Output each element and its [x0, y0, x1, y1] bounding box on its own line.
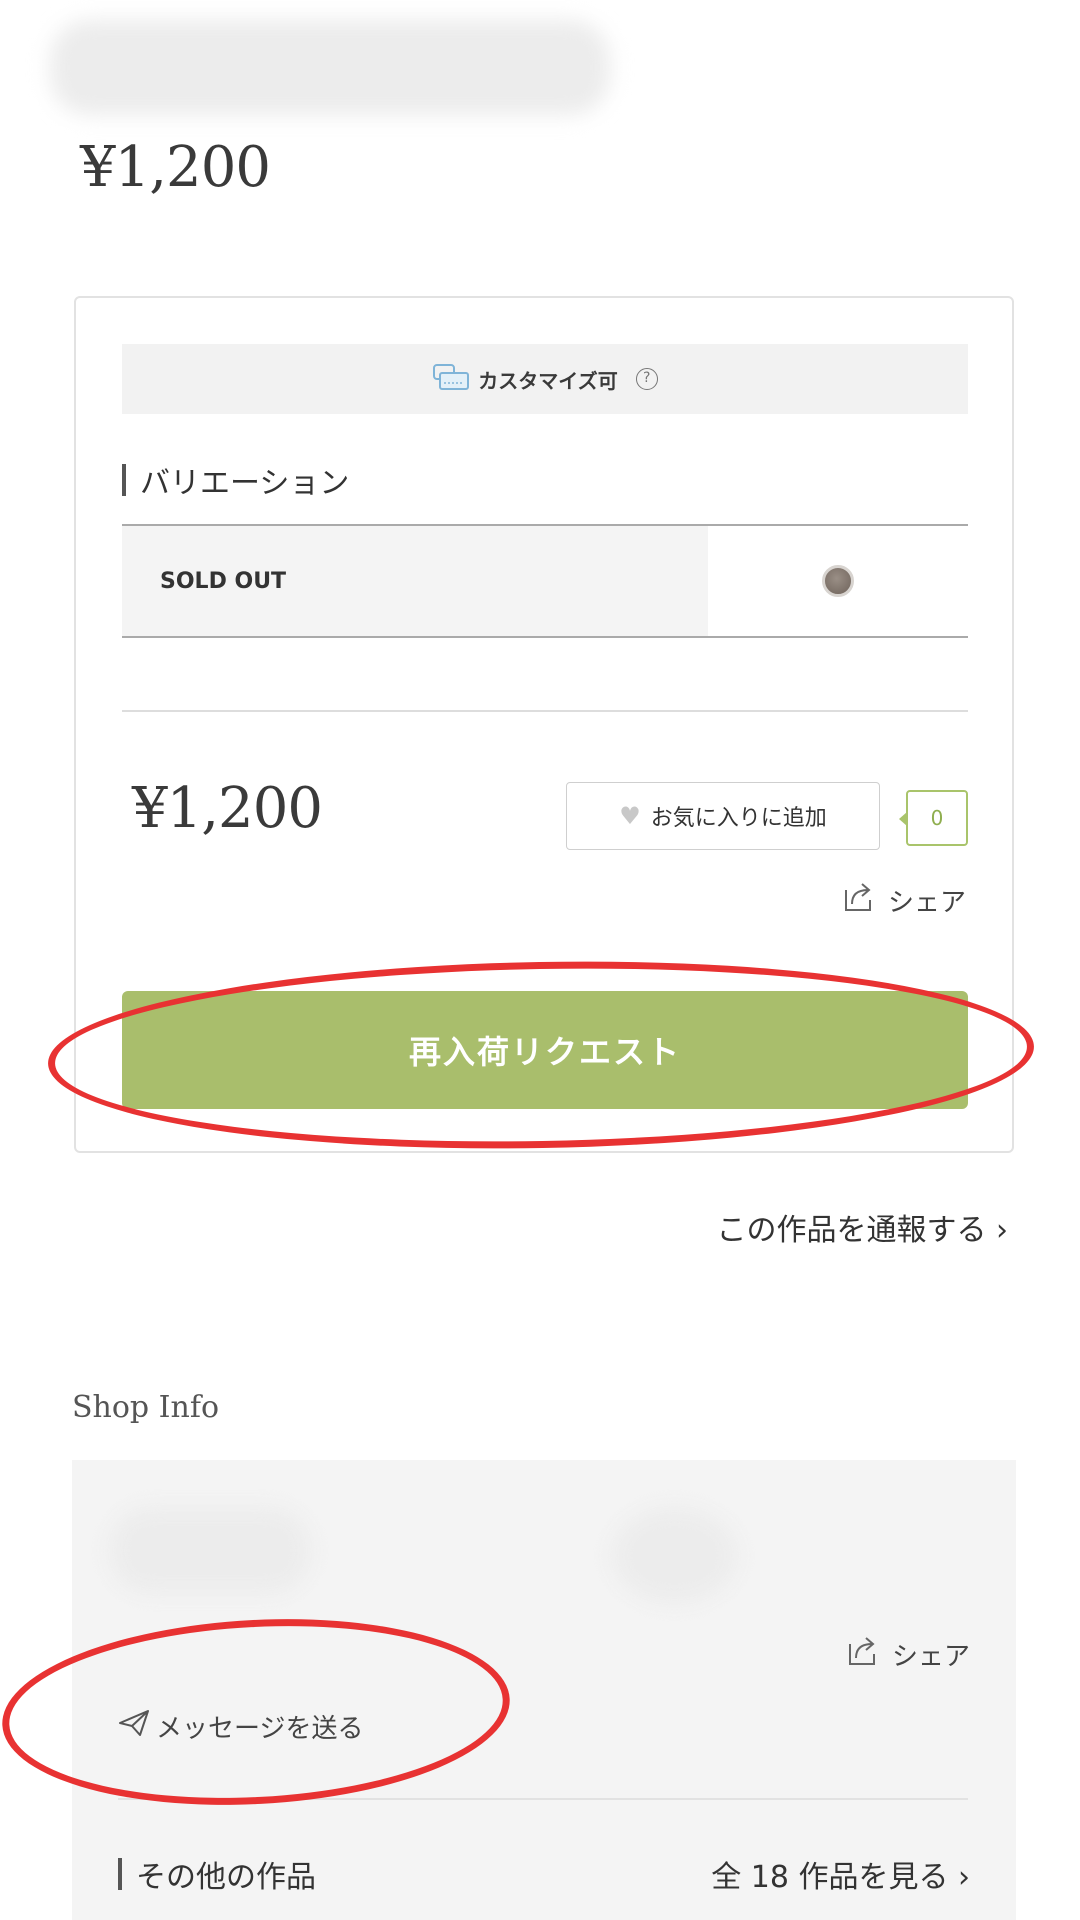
send-message-link[interactable]: メッセージを送る: [118, 1708, 363, 1745]
share-link[interactable]: シェア: [840, 878, 966, 923]
customizable-label: カスタマイズ可: [478, 368, 618, 393]
share-icon: [844, 1632, 882, 1677]
paper-plane-icon: [118, 1709, 150, 1744]
heading-bar: [118, 1858, 122, 1890]
help-icon[interactable]: ?: [635, 368, 658, 390]
favorite-label: お気に入りに追加: [650, 806, 827, 831]
divider: [122, 710, 968, 712]
other-works-heading: その他の作品: [118, 1852, 316, 1896]
share-icon: [840, 878, 878, 923]
product-price: ¥1,200: [80, 135, 271, 200]
card-price: ¥1,200: [132, 776, 323, 841]
variation-row[interactable]: SOLD OUT: [122, 524, 968, 638]
other-works-heading-text: その他の作品: [136, 1860, 316, 1895]
variation-swatch-cell: [708, 526, 968, 636]
restock-request-button[interactable]: 再入荷リクエスト: [122, 991, 968, 1109]
heading-bar: [122, 464, 126, 496]
shop-info-title: Shop Info: [72, 1390, 220, 1425]
redacted-product-title: [50, 20, 610, 115]
report-work-link[interactable]: この作品を通報する ›: [716, 1205, 1008, 1249]
redacted-shop-name: [110, 1508, 310, 1593]
variation-name: SOLD OUT: [122, 526, 708, 636]
variation-heading: バリエーション: [122, 458, 349, 502]
purchase-card: カスタマイズ可 ? バリエーション SOLD OUT ¥1,200 ♥ お気に入…: [74, 296, 1014, 1153]
redacted-shop-avatar: [612, 1508, 737, 1603]
add-favorite-button[interactable]: ♥ お気に入りに追加: [566, 782, 880, 850]
variation-heading-text: バリエーション: [140, 466, 350, 501]
panel-divider: [118, 1798, 968, 1800]
customizable-badge: カスタマイズ可 ?: [122, 344, 968, 414]
message-label: メッセージを送る: [156, 1714, 364, 1744]
shop-info-panel: シェア メッセージを送る その他の作品 全 18 作品を見る ›: [72, 1460, 1016, 1920]
customize-icon: [432, 363, 470, 395]
share-label: シェア: [887, 888, 966, 918]
see-all-works-link[interactable]: 全 18 作品を見る ›: [711, 1852, 970, 1896]
shop-share-label: シェア: [891, 1642, 970, 1672]
shop-share-link[interactable]: シェア: [844, 1632, 970, 1677]
color-swatch: [822, 565, 854, 597]
heart-icon: ♥: [619, 802, 641, 830]
favorite-count: 0: [899, 790, 968, 846]
